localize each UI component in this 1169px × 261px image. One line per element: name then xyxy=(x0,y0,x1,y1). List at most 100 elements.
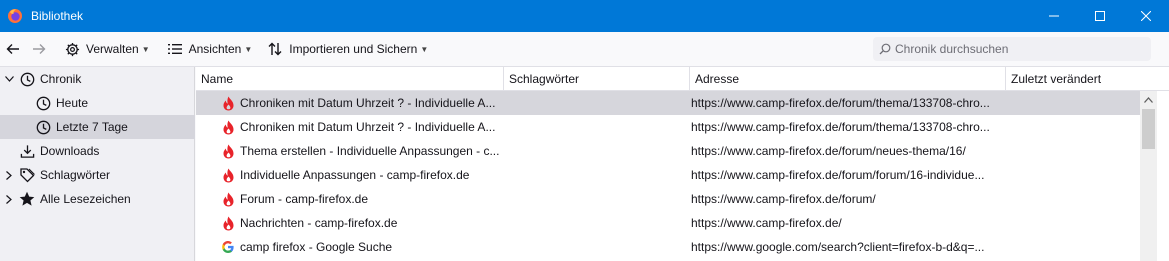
cell-address: https://www.google.com/search?client=fir… xyxy=(691,240,985,254)
minimize-icon xyxy=(1049,15,1059,17)
vertical-scrollbar[interactable] xyxy=(1140,91,1157,261)
import-backup-button[interactable]: Importieren und Sichern ▼ xyxy=(263,37,432,61)
row-title: camp firefox - Google Suche xyxy=(240,240,393,254)
row-title: Chroniken mit Datum Uhrzeit ? - Individu… xyxy=(240,96,496,110)
table-row[interactable]: Forum - camp-firefox.de https://www.camp-… xyxy=(196,187,1140,211)
arrow-left-icon xyxy=(6,44,19,54)
scroll-up-button[interactable] xyxy=(1140,91,1157,108)
close-icon xyxy=(1141,11,1151,21)
table-row[interactable]: Nachrichten - camp-firefox.de https://www… xyxy=(196,211,1140,235)
sidebar-item-label: Schlagwörter xyxy=(40,168,111,182)
cell-address: https://www.camp-firefox.de/forum/thema/… xyxy=(691,120,990,134)
star-icon xyxy=(19,191,35,207)
chevron-down-icon: ▼ xyxy=(244,44,253,54)
camp-firefox-icon xyxy=(220,191,236,207)
cell-name: Individuelle Anpassungen - camp-firefox.… xyxy=(220,163,502,187)
organize-label: Verwalten xyxy=(86,42,139,56)
table-body: Chroniken mit Datum Uhrzeit ? - Individu… xyxy=(196,91,1140,261)
table-row[interactable]: Chroniken mit Datum Uhrzeit ? - Individu… xyxy=(196,91,1140,115)
cell-address: https://www.camp-firefox.de/forum/forum/… xyxy=(691,168,985,182)
sidebar-item-today[interactable]: Heute xyxy=(0,91,195,115)
cell-last-modified xyxy=(1011,235,1136,259)
cell-last-modified xyxy=(1011,139,1136,163)
table-row[interactable]: camp firefox - Google Suche https://www.g… xyxy=(196,235,1140,259)
sidebar-item-tags[interactable]: Schlagwörter xyxy=(0,163,195,187)
import-export-icon xyxy=(267,41,283,57)
cell-name: Forum - camp-firefox.de xyxy=(220,187,502,211)
close-button[interactable] xyxy=(1123,0,1169,32)
chevron-down-icon[interactable] xyxy=(3,73,15,85)
views-button[interactable]: Ansichten ▼ xyxy=(163,37,257,61)
cell-name: Nachrichten - camp-firefox.de xyxy=(220,211,502,235)
history-table: Name Schlagwörter Adresse Zuletzt veränd… xyxy=(196,67,1169,261)
cell-name: Chroniken mit Datum Uhrzeit ? - Individu… xyxy=(220,115,502,139)
camp-firefox-icon xyxy=(220,119,236,135)
cell-last-modified xyxy=(1011,115,1136,139)
row-title: Thema erstellen - Individuelle Anpassung… xyxy=(240,144,500,158)
clock-icon xyxy=(35,95,51,111)
sidebar-item-history[interactable]: Chronik xyxy=(0,67,195,91)
chevron-right-icon[interactable] xyxy=(3,169,15,181)
sidebar-item-label: Alle Lesezeichen xyxy=(40,192,131,206)
forward-button[interactable] xyxy=(27,37,51,61)
row-title: Individuelle Anpassungen - camp-firefox.… xyxy=(240,168,470,182)
sidebar-item-label: Chronik xyxy=(40,72,82,86)
sidebar-item-all-bookmarks[interactable]: Alle Lesezeichen xyxy=(0,187,195,211)
column-header-tags[interactable]: Schlagwörter xyxy=(504,67,690,91)
sidebar-item-label: Downloads xyxy=(40,144,100,158)
organize-button[interactable]: Verwalten ▼ xyxy=(60,37,154,61)
cell-address: https://www.camp-firefox.de/forum/thema/… xyxy=(691,96,990,110)
table-header: Name Schlagwörter Adresse Zuletzt veränd… xyxy=(196,67,1169,91)
window-title: Bibliothek xyxy=(31,9,84,23)
arrow-right-icon xyxy=(33,44,46,54)
cell-last-modified xyxy=(1011,91,1136,115)
sidebar-item-last-7-days[interactable]: Letzte 7 Tage xyxy=(0,115,195,139)
column-header-address[interactable]: Adresse xyxy=(690,67,1006,91)
chevron-up-icon xyxy=(1144,96,1153,103)
cell-name: Chroniken mit Datum Uhrzeit ? - Individu… xyxy=(220,91,502,115)
cell-name: Thema erstellen - Individuelle Anpassung… xyxy=(220,139,502,163)
camp-firefox-icon xyxy=(220,167,236,183)
cell-address: https://www.camp-firefox.de/forum/neues-… xyxy=(691,144,966,158)
search-box[interactable] xyxy=(873,37,1151,61)
cell-tags xyxy=(509,91,689,115)
back-button[interactable] xyxy=(1,37,25,61)
cell-tags xyxy=(509,235,689,259)
cell-tags xyxy=(509,187,689,211)
maximize-icon xyxy=(1095,11,1105,21)
search-icon xyxy=(879,43,891,55)
camp-firefox-icon xyxy=(220,215,236,231)
views-label: Ansichten xyxy=(188,42,242,56)
table-right-edge xyxy=(1157,91,1169,261)
row-title: Chroniken mit Datum Uhrzeit ? - Individu… xyxy=(240,120,496,134)
table-row[interactable]: Individuelle Anpassungen - camp-firefox.… xyxy=(196,163,1140,187)
table-row[interactable]: Chroniken mit Datum Uhrzeit ? - Individu… xyxy=(196,115,1140,139)
maximize-button[interactable] xyxy=(1077,0,1123,32)
list-icon xyxy=(167,41,183,57)
search-input[interactable] xyxy=(895,42,1135,56)
cell-last-modified xyxy=(1011,187,1136,211)
cell-address: https://www.camp-firefox.de/forum/ xyxy=(691,192,876,206)
row-title: Forum - camp-firefox.de xyxy=(240,192,369,206)
sidebar-item-label: Heute xyxy=(56,96,89,110)
cell-tags xyxy=(509,139,689,163)
camp-firefox-icon xyxy=(220,143,236,159)
cell-name: camp firefox - Google Suche xyxy=(220,235,502,259)
google-icon xyxy=(220,239,236,255)
sidebar-item-downloads[interactable]: Downloads xyxy=(0,139,195,163)
toolbar: Verwalten ▼ Ansichten ▼ Importieren und … xyxy=(0,32,1169,67)
minimize-button[interactable] xyxy=(1031,0,1077,32)
column-header-name[interactable]: Name xyxy=(196,67,504,91)
chevron-down-icon: ▼ xyxy=(420,44,429,54)
cell-last-modified xyxy=(1011,211,1136,235)
firefox-icon xyxy=(7,8,23,24)
sidebar-item-label: Letzte 7 Tage xyxy=(56,120,128,134)
table-row[interactable]: Thema erstellen - Individuelle Anpassung… xyxy=(196,139,1140,163)
cell-last-modified xyxy=(1011,163,1136,187)
chevron-right-icon[interactable] xyxy=(3,193,15,205)
import-label: Importieren und Sichern xyxy=(289,42,418,56)
scrollbar-thumb[interactable] xyxy=(1142,109,1155,149)
column-header-last-modified[interactable]: Zuletzt verändert xyxy=(1006,67,1169,91)
cell-address: https://www.camp-firefox.de/ xyxy=(691,216,842,230)
clock-icon xyxy=(35,119,51,135)
